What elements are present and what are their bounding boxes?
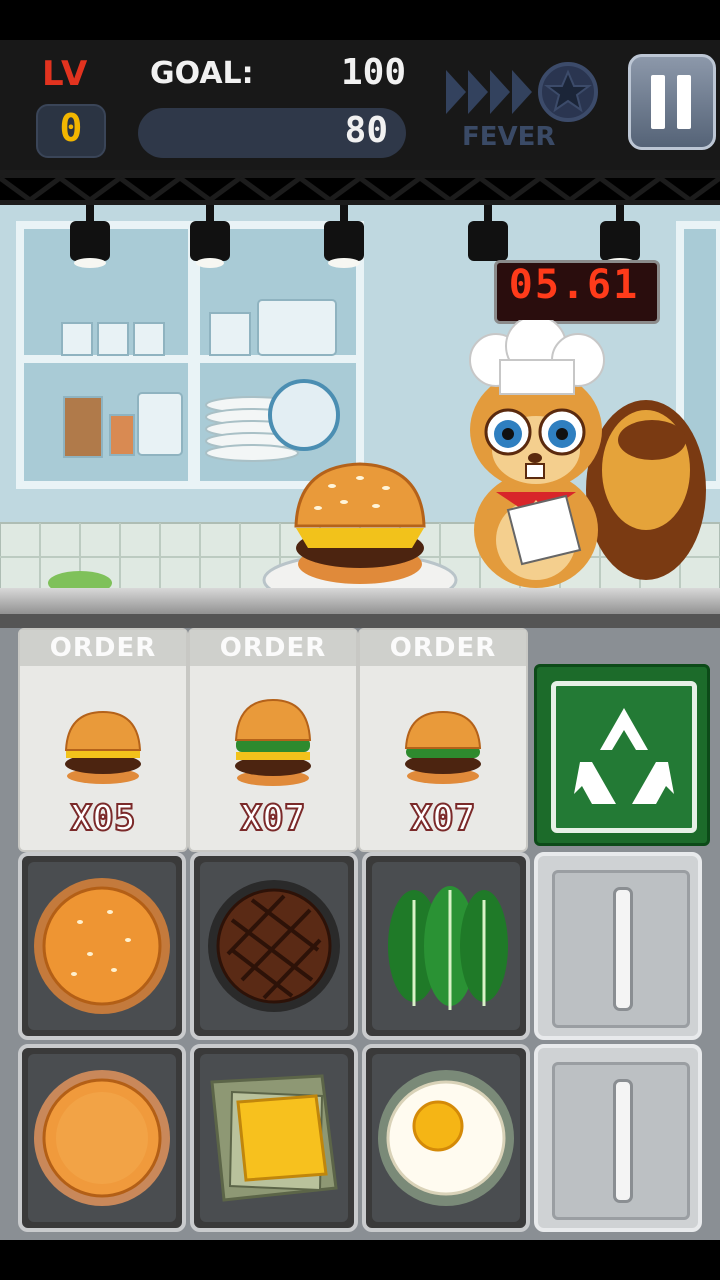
counter-edge — [0, 614, 720, 628]
order-header: ORDER — [360, 630, 526, 666]
ingredient-slot-bottom-bun[interactable] — [18, 1044, 186, 1232]
beef-patty-icon — [208, 880, 340, 1012]
lettuce-burger-icon — [404, 710, 482, 784]
order-header: ORDER — [20, 630, 186, 666]
pause-button[interactable] — [628, 54, 716, 150]
goal-label: GOAL: — [150, 56, 254, 91]
lettuce-icon — [388, 886, 508, 1010]
recycle-panel — [551, 681, 697, 833]
top-bun-icon — [34, 878, 170, 1014]
slider-track — [552, 870, 690, 1028]
ingredient-slot-lettuce[interactable] — [362, 852, 530, 1040]
level-value: 0 — [59, 106, 83, 150]
fever-label: FEVER — [462, 122, 556, 152]
cheeseburger-icon — [64, 710, 142, 784]
timer-value: 05.61 — [508, 262, 640, 308]
order-card-1: ORDER X05 — [18, 628, 188, 852]
recycle-icon — [574, 708, 674, 804]
order-card-2: ORDER X07 — [188, 628, 358, 852]
pause-icon-bar — [677, 75, 691, 129]
fried-egg-icon — [378, 1070, 514, 1206]
score-value: 80 — [344, 110, 388, 151]
slider-slot-2[interactable] — [534, 1044, 702, 1232]
order-quantity: X07 — [239, 797, 306, 840]
lettuce-cheeseburger-icon — [234, 698, 312, 786]
slider-slot-1[interactable] — [534, 852, 702, 1040]
ceiling-truss — [0, 170, 720, 208]
ingredient-slot-top-bun[interactable] — [18, 852, 186, 1040]
recycle-button[interactable] — [534, 664, 710, 846]
fever-arrows-icon — [446, 62, 598, 122]
counter — [0, 588, 720, 616]
goal-value: 100 — [340, 52, 406, 93]
ingredient-slot-cheese[interactable] — [190, 1044, 358, 1232]
level-label: LV — [42, 54, 90, 94]
squirrel-chef-character — [469, 320, 706, 588]
order-header: ORDER — [190, 630, 356, 666]
ingredient-slot-egg[interactable] — [362, 1044, 530, 1232]
order-card-3: ORDER X07 — [358, 628, 528, 852]
slider-handle[interactable] — [613, 887, 633, 1011]
order-quantity: X07 — [409, 797, 476, 840]
ingredient-slot-beef-patty[interactable] — [190, 852, 358, 1040]
bottom-bun-icon — [34, 1070, 170, 1206]
pause-icon — [651, 75, 665, 129]
order-quantity: X05 — [69, 797, 136, 840]
slider-handle[interactable] — [613, 1079, 633, 1203]
slider-track — [552, 1062, 690, 1220]
cheese-slice-icon — [210, 1074, 338, 1202]
